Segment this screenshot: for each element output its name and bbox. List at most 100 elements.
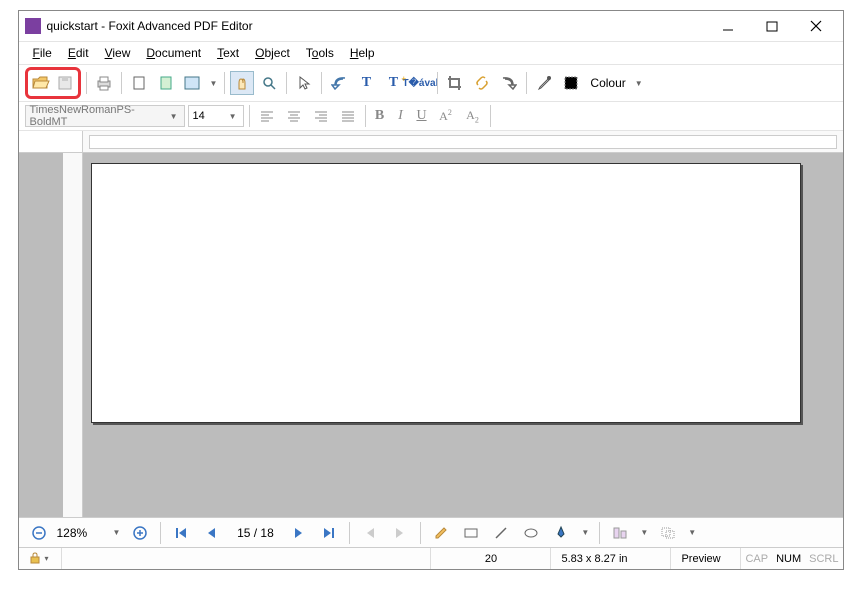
menubar: File Edit View Document Text Object Tool… <box>19 41 843 64</box>
status-col: 20 <box>431 548 551 569</box>
text-plus-icon: T+ <box>384 75 402 91</box>
chevron-down-icon[interactable]: ▼ <box>638 528 650 537</box>
save-button[interactable] <box>53 71 77 95</box>
menu-help[interactable]: Help <box>344 44 381 62</box>
page-width-button[interactable] <box>181 71 205 95</box>
prev-page-button[interactable] <box>199 521 223 545</box>
ruler-corner <box>19 131 83 152</box>
chevron-down-icon[interactable]: ▼ <box>633 79 645 88</box>
align-right-button[interactable] <box>309 104 333 128</box>
separator <box>420 522 421 544</box>
subscript-button[interactable]: A2 <box>461 104 485 128</box>
vertical-ruler[interactable] <box>63 153 83 517</box>
titlebar: quickstart - Foxit Advanced PDF Editor <box>19 11 843 41</box>
pen-tool-button[interactable] <box>549 521 573 545</box>
canvas[interactable] <box>83 153 843 517</box>
group-tool-button[interactable] <box>656 521 680 545</box>
app-icon <box>25 18 41 34</box>
chevron-down-icon: ▾ <box>43 554 51 563</box>
redo-button[interactable] <box>497 71 521 95</box>
print-button[interactable] <box>92 71 116 95</box>
font-size: 14 <box>193 110 205 122</box>
lock-status[interactable]: ▾ <box>19 548 62 569</box>
colour-swatch-button[interactable] <box>559 71 583 95</box>
hand-tool-button[interactable] <box>230 71 254 95</box>
link-button[interactable] <box>470 71 494 95</box>
align-justify-button[interactable] <box>336 104 360 128</box>
window-title: quickstart - Foxit Advanced PDF Editor <box>47 19 715 33</box>
page[interactable] <box>91 163 801 423</box>
align-center-button[interactable] <box>282 104 306 128</box>
add-text-button[interactable]: T+ <box>381 71 405 95</box>
italic-button[interactable]: I <box>392 104 410 128</box>
separator <box>437 72 438 94</box>
crop-button[interactable] <box>443 71 467 95</box>
window-controls <box>715 16 837 36</box>
app-window: quickstart - Foxit Advanced PDF Editor F… <box>18 10 844 570</box>
navigation-bar: 128% ▼ 15 / 18 ▼ ▼ ▼ <box>19 517 843 547</box>
nav-forward-button[interactable] <box>388 521 412 545</box>
zoom-in-button[interactable] <box>128 521 152 545</box>
menu-file[interactable]: File <box>27 44 58 62</box>
align-tool-button[interactable] <box>608 521 632 545</box>
separator <box>599 522 600 544</box>
zoom-level[interactable]: 128% <box>57 526 105 540</box>
chevron-down-icon[interactable]: ▼ <box>686 528 698 537</box>
page-indicator[interactable]: 15 / 18 <box>229 526 281 540</box>
font-size-select[interactable]: 14▼ <box>188 105 244 127</box>
maximize-button[interactable] <box>759 16 785 36</box>
main-toolbar: ▼ T T+ T�ával Colour ▼ <box>19 64 843 102</box>
colour-label: Colour <box>586 76 629 90</box>
chevron-down-icon[interactable]: ▼ <box>111 528 123 537</box>
separator <box>121 72 122 94</box>
next-page-button[interactable] <box>287 521 311 545</box>
close-button[interactable] <box>803 16 829 36</box>
page-fit-button[interactable] <box>154 71 178 95</box>
ruler-row <box>19 131 843 153</box>
nav-back-button[interactable] <box>358 521 382 545</box>
pencil-tool-button[interactable] <box>429 521 453 545</box>
menu-tools[interactable]: Tools <box>300 44 340 62</box>
undo-button[interactable] <box>327 71 351 95</box>
chevron-down-icon[interactable]: ▼ <box>579 528 591 537</box>
workarea <box>19 153 843 517</box>
align-left-button[interactable] <box>255 104 279 128</box>
format-toolbar: TimesNewRomanPS-BoldMT▼ 14▼ B I U A2 A2 <box>19 102 843 131</box>
chevron-down-icon[interactable]: ▼ <box>208 79 220 88</box>
text-icon: T <box>357 75 375 91</box>
chevron-down-icon: ▼ <box>168 112 180 121</box>
ellipse-tool-button[interactable] <box>519 521 543 545</box>
separator <box>321 72 322 94</box>
superscript-button[interactable]: A2 <box>434 104 458 128</box>
status-num: NUM <box>772 548 805 569</box>
page-actual-button[interactable] <box>127 71 151 95</box>
first-page-button[interactable] <box>169 521 193 545</box>
menu-text[interactable]: Text <box>211 44 245 62</box>
open-highlight <box>25 67 81 99</box>
separator <box>249 105 250 127</box>
minimize-button[interactable] <box>715 16 741 36</box>
menu-object[interactable]: Object <box>249 44 296 62</box>
menu-document[interactable]: Document <box>140 44 207 62</box>
select-tool-button[interactable] <box>292 71 316 95</box>
underline-button[interactable]: U <box>413 104 431 128</box>
edit-text-button[interactable]: T <box>354 71 378 95</box>
zoom-out-button[interactable] <box>27 521 51 545</box>
separator <box>286 72 287 94</box>
separator <box>349 522 350 544</box>
horizontal-ruler[interactable] <box>83 131 843 152</box>
rect-tool-button[interactable] <box>459 521 483 545</box>
eyedropper-button[interactable] <box>532 71 556 95</box>
separator <box>86 72 87 94</box>
open-button[interactable] <box>29 71 53 95</box>
last-page-button[interactable] <box>317 521 341 545</box>
link-text-button[interactable]: T�ával <box>408 71 432 95</box>
menu-edit[interactable]: Edit <box>62 44 95 62</box>
status-preview: Preview <box>671 548 741 569</box>
bold-button[interactable]: B <box>371 104 389 128</box>
menu-view[interactable]: View <box>99 44 137 62</box>
status-scrl: SCRL <box>805 548 842 569</box>
line-tool-button[interactable] <box>489 521 513 545</box>
font-select[interactable]: TimesNewRomanPS-BoldMT▼ <box>25 105 185 127</box>
zoom-tool-button[interactable] <box>257 71 281 95</box>
